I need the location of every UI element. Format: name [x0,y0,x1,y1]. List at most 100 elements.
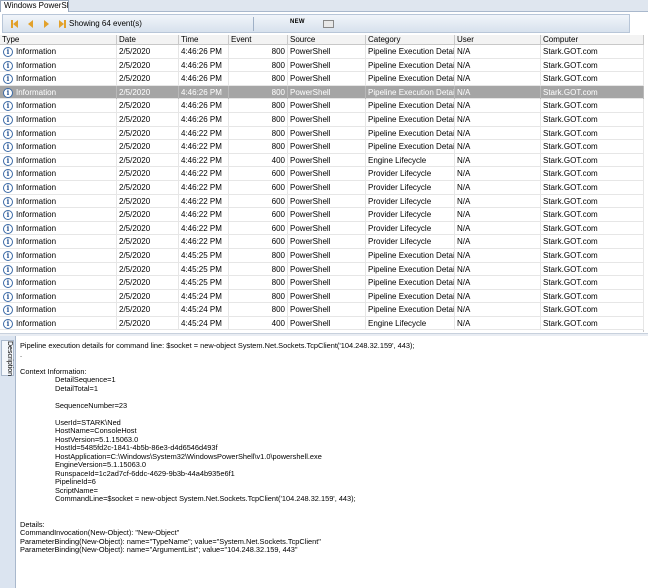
cell-time: 4:45:25 PM [179,276,229,290]
first-page-icon[interactable] [9,18,20,29]
cell-event: 400 [229,316,288,330]
new-filter-icon[interactable] [323,20,334,28]
description-line: CommandLine=$socket = new-object System.… [55,494,356,503]
cell-date: 2/5/2020 [117,289,179,303]
table-row[interactable]: i Information 2/5/2020 4:46:26 PM 800 PowerSh… [0,112,644,127]
previous-page-icon[interactable] [25,18,36,29]
cell-type: i Information [0,208,117,222]
cell-date: 2/5/2020 [117,112,179,126]
table-row[interactable]: i Information 2/5/2020 4:46:22 PM 600 PowerSh… [0,194,644,209]
last-page-icon[interactable] [57,18,68,29]
description-side-bar: Description [0,336,16,588]
cell-date: 2/5/2020 [117,126,179,140]
description-tab-label: Description [6,341,13,377]
cell-type: i Information [0,153,117,167]
cell-date: 2/5/2020 [117,316,179,330]
cell-user: N/A [455,316,541,330]
column-header-date[interactable]: Date [117,35,179,45]
table-row[interactable]: i Information 2/5/2020 4:45:25 PM 800 PowerSh… [0,276,644,290]
description-line: ParameterBinding(New-Object): name="Argu… [20,545,298,554]
cell-source: PowerShell [288,221,366,235]
document-tab-bar: Windows PowerShell.evtx [0,0,648,12]
cell-source: PowerShell [288,99,366,113]
cell-source: PowerShell [288,235,366,249]
cell-source: PowerShell [288,194,366,208]
cell-category: Pipeline Execution Details [368,276,455,290]
cell-date: 2/5/2020 [117,262,179,276]
description-tab[interactable]: Description [1,340,14,377]
cell-date: 2/5/2020 [117,180,179,194]
cell-type: i Information [0,45,117,58]
table-row[interactable]: i Information 2/5/2020 4:45:24 PM 400 PowerSh… [0,316,644,331]
table-row[interactable]: i Information 2/5/2020 4:46:26 PM 800 PowerSh… [0,45,644,59]
cell-event: 600 [229,180,288,194]
document-tab[interactable]: Windows PowerShell.evtx [0,0,69,12]
table-row[interactable]: i Information 2/5/2020 4:46:22 PM 800 PowerSh… [0,140,644,154]
cell-time: 4:45:24 PM [179,316,229,330]
table-row[interactable]: i Information 2/5/2020 4:46:22 PM 600 PowerSh… [0,180,644,195]
cell-event: 800 [229,126,288,140]
table-row[interactable]: i Information 2/5/2020 4:46:26 PM 800 PowerSh… [0,99,644,113]
cell-category: Provider Lifecycle [366,167,455,181]
column-header-event[interactable]: Event [229,35,288,45]
table-row[interactable]: i Information 2/5/2020 4:45:25 PM 800 PowerSh… [0,262,644,277]
information-icon: i [3,250,13,261]
table-row[interactable]: i Information 2/5/2020 4:46:26 PM 800 PowerSh… [0,85,644,100]
table-row[interactable]: i Information 2/5/2020 4:46:22 PM 600 PowerSh… [0,221,644,236]
cell-time: 4:46:22 PM [179,235,229,249]
cell-event: 600 [229,194,288,208]
cell-time: 4:46:26 PM [179,58,229,72]
cell-source: PowerShell [288,45,366,58]
column-header-type[interactable]: Type [0,35,117,45]
table-row[interactable]: i Information 2/5/2020 4:46:22 PM 400 PowerSh… [0,153,644,168]
cell-event: 800 [229,45,288,58]
cell-date: 2/5/2020 [117,235,179,249]
cell-user: N/A [455,99,541,113]
column-header-computer[interactable]: Computer [541,35,644,45]
cell-user: N/A [455,289,541,303]
table-row[interactable]: i Information 2/5/2020 4:46:22 PM 800 PowerSh… [0,126,644,141]
cell-user: N/A [455,153,541,167]
table-row[interactable]: i Information 2/5/2020 4:46:22 PM 600 PowerSh… [0,208,644,222]
cell-type: i Information [0,303,117,317]
cell-event: 800 [229,248,288,262]
cell-computer: Stark.GOT.com [541,153,644,167]
cell-time: 4:46:22 PM [179,140,229,154]
cell-computer: Stark.GOT.com [541,140,644,154]
cell-computer: Stark.GOT.com [541,167,644,181]
table-row[interactable]: i Information 2/5/2020 4:46:26 PM 800 PowerSh… [0,72,644,86]
table-row[interactable]: i Information 2/5/2020 4:46:26 PM 800 PowerSh… [0,58,644,73]
cell-time: 4:46:22 PM [179,194,229,208]
cell-category: Pipeline Execution Details [368,248,455,262]
table-row[interactable]: i Information 2/5/2020 4:46:22 PM 600 PowerSh… [0,235,644,249]
new-button[interactable]: NEW [290,19,305,25]
column-header-source[interactable]: Source [288,35,366,45]
table-row[interactable]: i Information 2/5/2020 4:46:22 PM 600 PowerSh… [0,167,644,181]
cell-date: 2/5/2020 [117,208,179,222]
table-row[interactable]: i Information 2/5/2020 4:45:24 PM 800 PowerSh… [0,303,644,317]
table-row[interactable]: i Information 2/5/2020 4:45:24 PM 800 PowerSh… [0,289,644,304]
cell-source: PowerShell [288,112,366,126]
column-header-category[interactable]: Category [366,35,455,45]
cell-computer: Stark.GOT.com [541,85,644,99]
information-icon: i [3,196,13,207]
event-grid: Type Date Time Event Source Category User Compu… [0,35,644,332]
cell-source: PowerShell [288,58,366,72]
cell-source: PowerShell [288,72,366,86]
column-header-time[interactable]: Time [179,35,229,45]
cell-time: 4:46:22 PM [179,180,229,194]
information-icon: i [3,114,13,125]
cell-computer: Stark.GOT.com [541,126,644,140]
cell-time: 4:46:22 PM [179,153,229,167]
information-icon: i [3,264,13,275]
cell-type: i Information [0,262,117,276]
cell-source: PowerShell [288,126,366,140]
column-header-user[interactable]: User [455,35,541,45]
cell-computer: Stark.GOT.com [541,221,644,235]
cell-source: PowerShell [288,167,366,181]
information-icon: i [3,155,13,166]
cell-source: PowerShell [288,289,366,303]
next-page-icon[interactable] [41,18,52,29]
table-row[interactable]: i Information 2/5/2020 4:45:25 PM 800 PowerSh… [0,248,644,263]
cell-computer: Stark.GOT.com [541,99,644,113]
